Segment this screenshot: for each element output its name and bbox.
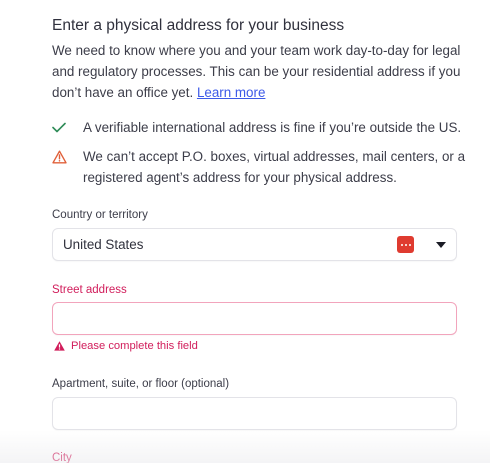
street-address-label: Street address bbox=[52, 284, 127, 296]
scroll-fade bbox=[0, 430, 490, 463]
learn-more-link[interactable]: Learn more bbox=[197, 85, 265, 100]
note-international-address: A verifiable international address is fi… bbox=[52, 117, 472, 138]
apartment-label: Apartment, suite, or floor (optional) bbox=[52, 378, 230, 390]
apartment-input[interactable] bbox=[52, 397, 457, 430]
street-address-input[interactable] bbox=[52, 302, 457, 335]
autofill-icon[interactable] bbox=[397, 236, 414, 253]
note-text: We can’t accept P.O. boxes, virtual addr… bbox=[83, 149, 466, 185]
country-value: United States bbox=[63, 237, 144, 252]
checkmark-icon bbox=[52, 117, 74, 138]
page-title: Enter a physical address for your busine… bbox=[52, 17, 345, 34]
warning-icon bbox=[52, 146, 74, 167]
note-text: A verifiable international address is fi… bbox=[83, 120, 462, 135]
error-icon bbox=[54, 341, 65, 351]
country-select[interactable]: United States bbox=[52, 228, 457, 261]
note-po-box-warning: We can’t accept P.O. boxes, virtual addr… bbox=[52, 146, 472, 188]
street-address-error: Please complete this field bbox=[54, 340, 198, 352]
error-text: Please complete this field bbox=[71, 340, 198, 352]
chevron-down-icon bbox=[436, 242, 446, 248]
description: We need to know where you and your team … bbox=[52, 40, 462, 103]
city-label: City bbox=[52, 452, 72, 463]
country-label: Country or territory bbox=[52, 209, 148, 221]
